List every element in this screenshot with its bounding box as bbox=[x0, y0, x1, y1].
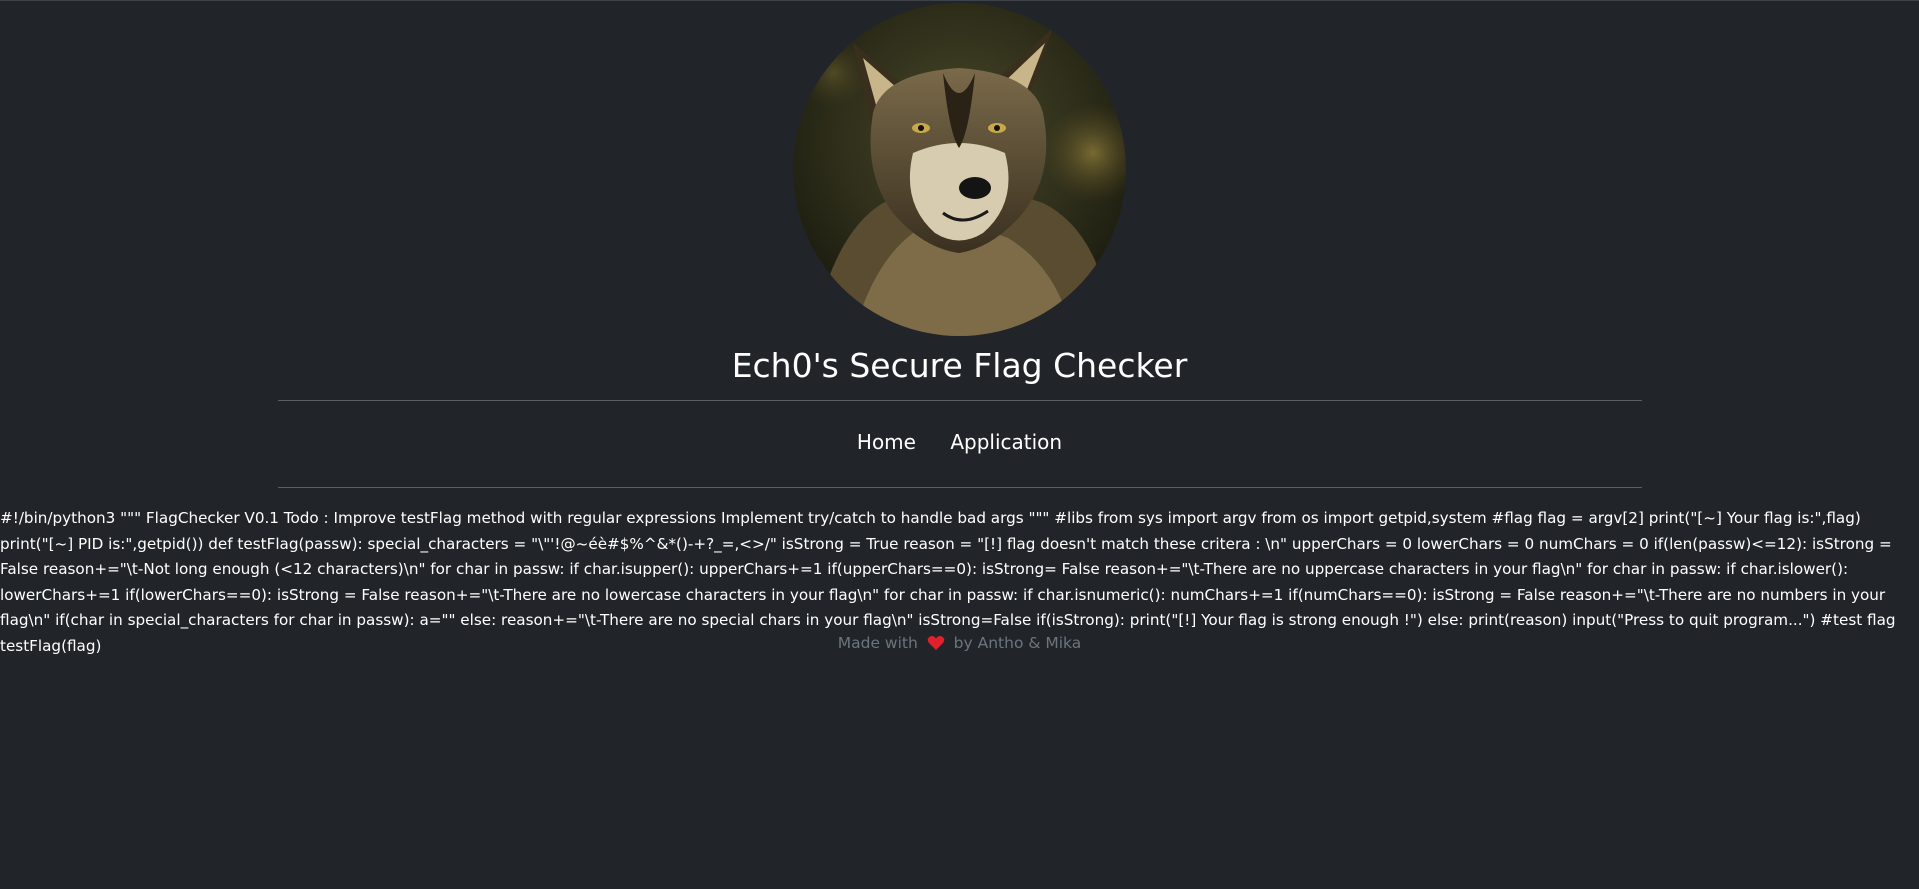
wolf-icon bbox=[793, 3, 1126, 336]
divider-top bbox=[278, 400, 1642, 401]
footer-authors: by Antho & Mika bbox=[953, 634, 1082, 652]
main-nav: Home Application bbox=[0, 427, 1919, 457]
nav-link-application[interactable]: Application bbox=[950, 430, 1062, 454]
footer: Made with by Antho & Mika bbox=[0, 631, 1919, 658]
heart-icon bbox=[927, 634, 945, 658]
nav-link-home[interactable]: Home bbox=[857, 430, 916, 454]
divider-bottom bbox=[278, 487, 1642, 488]
wolf-avatar-image bbox=[793, 3, 1126, 336]
footer-made-with: Made with bbox=[837, 634, 918, 652]
page-title: Ech0's Secure Flag Checker bbox=[731, 346, 1188, 385]
page: Ech0's Secure Flag Checker Home Applicat… bbox=[0, 0, 1919, 889]
